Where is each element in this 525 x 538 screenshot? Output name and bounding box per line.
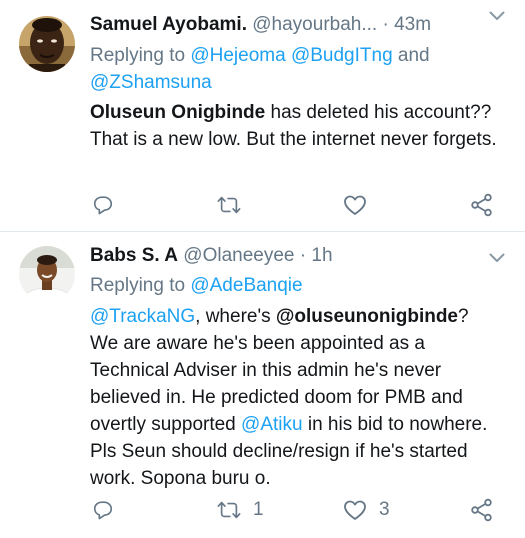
tweet-text: Oluseun Onigbinde has deleted his accoun…	[90, 102, 497, 150]
tweet-text: @TrackaNG, where's @oluseunonigbinde? We…	[90, 306, 488, 489]
display-name[interactable]: Samuel Ayobami.	[90, 14, 247, 35]
tweet-actions	[90, 192, 505, 218]
retweet-icon	[217, 196, 241, 214]
share-icon	[471, 498, 492, 522]
tweet[interactable]: Babs S. A @Olaneeyee · 1h Replying to @A…	[0, 231, 525, 538]
mention-link[interactable]: @ZShamsuna	[90, 72, 212, 93]
timestamp[interactable]: 1h	[311, 245, 332, 266]
mention-link[interactable]: @BudgITng	[291, 45, 393, 66]
mention-link[interactable]: @oluseunonigbinde	[276, 306, 458, 327]
retweet-button[interactable]	[217, 192, 241, 218]
like-button[interactable]	[343, 192, 367, 218]
share-button[interactable]	[470, 497, 494, 523]
tweet[interactable]: Samuel Ayobami. @hayourbah... · 43m Repl…	[0, 0, 525, 231]
separator-dot: ·	[382, 14, 389, 35]
reply-icon	[93, 196, 113, 215]
display-name[interactable]: Babs S. A	[90, 245, 178, 266]
chevron-down-icon[interactable]	[489, 9, 505, 21]
timestamp[interactable]: 43m	[394, 14, 431, 35]
retweet-count: 1	[253, 499, 264, 520]
like-count: 3	[379, 499, 390, 520]
mention-link[interactable]: @AdeBanqie	[190, 275, 302, 296]
tweet-actions: 1 3	[90, 497, 505, 523]
heart-icon	[344, 195, 366, 215]
avatar[interactable]	[19, 246, 75, 302]
mention-link[interactable]: @Hejeoma	[190, 45, 285, 66]
tweet-header: Samuel Ayobami. @hayourbah... · 43m	[90, 10, 511, 40]
share-icon	[471, 193, 492, 217]
mention-link[interactable]: @Atiku	[241, 414, 303, 435]
heart-icon	[344, 500, 366, 520]
user-handle[interactable]: @Olaneeyee	[183, 245, 294, 266]
share-button[interactable]	[470, 192, 494, 218]
replying-to: Replying to @AdeBanqie	[90, 275, 303, 296]
user-handle[interactable]: @hayourbah...	[252, 14, 377, 35]
avatar[interactable]	[19, 16, 75, 72]
chevron-down-icon[interactable]	[489, 251, 505, 263]
replying-to: Replying to @Hejeoma @BudgITng and @ZSha…	[90, 45, 430, 93]
separator-dot: ·	[299, 245, 307, 266]
retweet-icon	[217, 501, 241, 519]
retweet-button[interactable]: 1	[217, 497, 264, 523]
reply-button[interactable]	[92, 192, 114, 218]
reply-icon	[93, 501, 113, 520]
tweet-header: Babs S. A @Olaneeyee · 1h	[90, 241, 511, 271]
mention-link[interactable]: @TrackaNG	[90, 306, 195, 327]
reply-button[interactable]	[92, 497, 126, 523]
like-button[interactable]: 3	[343, 497, 390, 523]
